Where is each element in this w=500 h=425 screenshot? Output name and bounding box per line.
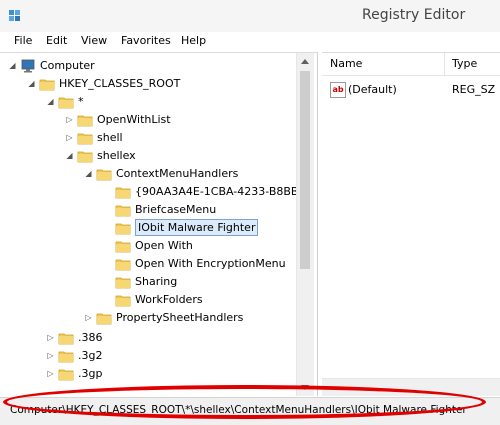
folder-icon [115, 257, 131, 271]
list-horizontal-scrollbar[interactable] [322, 378, 500, 396]
folder-icon [77, 113, 93, 127]
tree-node-label: IObit Malware Fighter [135, 219, 259, 236]
folder-icon [115, 239, 131, 253]
folder-icon [77, 131, 93, 145]
tree-node[interactable]: ▷ .3gp [0, 365, 296, 383]
tree-node[interactable]: ◢ * [0, 93, 296, 111]
tree-node[interactable]: ▷ shell [0, 129, 296, 147]
title-bar: Registry Editor [0, 0, 500, 32]
scroll-down-icon[interactable] [301, 385, 309, 390]
menu-file[interactable]: File [14, 34, 32, 47]
tree-node[interactable]: Open With [0, 237, 296, 255]
menu-help[interactable]: Help [181, 34, 206, 47]
collapse-arrow-icon[interactable]: ◢ [8, 61, 17, 70]
folder-icon [58, 349, 74, 363]
tree-node-label: Open With [135, 239, 193, 252]
collapse-arrow-icon[interactable]: ◢ [84, 169, 93, 178]
tree-node[interactable]: Open With EncryptionMenu [0, 255, 296, 273]
column-header-name-label: Name [330, 57, 363, 70]
tree-node-label: Open With EncryptionMenu [135, 257, 286, 270]
registry-editor-icon [8, 8, 22, 22]
tree-node[interactable]: ◢ ContextMenuHandlers [0, 165, 296, 183]
window-title: Registry Editor [362, 7, 466, 23]
tree-node-label: .3gp [78, 367, 103, 380]
folder-icon [77, 149, 93, 163]
expand-arrow-icon[interactable]: ▷ [84, 313, 93, 322]
expand-arrow-icon[interactable]: ▷ [65, 133, 74, 142]
value-list[interactable]: Name Type ab (Default) REG_SZ [322, 52, 500, 396]
tree-node[interactable]: ▷ .3g2 [0, 347, 296, 365]
tree-node-label: PropertySheetHandlers [116, 311, 244, 324]
tree-node[interactable]: ◢ HKEY_CLASSES_ROOT [0, 75, 296, 93]
folder-icon [96, 311, 112, 325]
folder-icon [58, 331, 74, 345]
menu-favorites[interactable]: Favorites [121, 34, 171, 47]
scroll-up-icon[interactable] [301, 59, 309, 64]
folder-icon [39, 77, 55, 91]
tree-node-label: .3g2 [78, 349, 103, 362]
status-path: Computer\HKEY_CLASSES_ROOT\*\shellex\Con… [10, 404, 467, 416]
tree-node[interactable]: ◢ shellex [0, 147, 296, 165]
value-name: (Default) [348, 83, 397, 96]
expand-arrow-icon[interactable]: ▷ [46, 333, 55, 342]
expand-arrow-icon[interactable]: ▷ [46, 351, 55, 360]
status-bar: Computer\HKEY_CLASSES_ROOT\*\shellex\Con… [0, 397, 500, 425]
menu-edit[interactable]: Edit [46, 34, 67, 47]
tree-node[interactable]: IObit Malware Fighter [0, 219, 296, 237]
tree-node[interactable]: Sharing [0, 273, 296, 291]
collapse-arrow-icon[interactable]: ◢ [46, 97, 55, 106]
tree-node[interactable]: BriefcaseMenu [0, 201, 296, 219]
tree-node-label: .386 [78, 331, 103, 344]
key-tree[interactable]: ◢ Computer ◢ HKEY_CLASSES_ROOT ◢ * ▷ OpenWithLi… [0, 52, 318, 396]
tree-vertical-scrollbar[interactable] [296, 53, 314, 396]
tree-node-label: BriefcaseMenu [135, 203, 217, 216]
tree-node-label: WorkFolders [135, 293, 203, 306]
tree-node-label: ContextMenuHandlers [116, 167, 239, 180]
value-type: REG_SZ [452, 83, 496, 96]
tree-node[interactable]: {90AA3A4E-1CBA-4233-B8BB- [0, 183, 302, 201]
column-header-name[interactable]: Name [322, 53, 445, 76]
folder-icon [58, 367, 74, 381]
tree-node-label: HKEY_CLASSES_ROOT [59, 77, 181, 90]
tree-node-label: {90AA3A4E-1CBA-4233-B8BB- [135, 185, 303, 198]
tree-node[interactable]: ▷ OpenWithList [0, 111, 296, 129]
folder-icon [58, 95, 74, 109]
tree-node[interactable]: ▷ PropertySheetHandlers [0, 309, 296, 327]
tree-node[interactable]: ◢ Computer [0, 57, 296, 75]
folder-icon [96, 167, 112, 181]
folder-icon [115, 203, 131, 217]
scroll-thumb[interactable] [300, 71, 310, 269]
menu-view[interactable]: View [81, 34, 107, 47]
tree-node-label: OpenWithList [97, 113, 171, 126]
collapse-arrow-icon[interactable]: ◢ [65, 151, 74, 160]
tree-node-label: shell [97, 131, 123, 144]
tree-node-label: * [78, 95, 84, 108]
expand-arrow-icon[interactable]: ▷ [46, 369, 55, 378]
folder-icon [115, 293, 131, 307]
folder-icon [115, 221, 131, 235]
menu-bar: File Edit View Favorites Help [0, 32, 500, 51]
collapse-arrow-icon[interactable]: ◢ [27, 79, 36, 88]
folder-icon [115, 275, 131, 289]
tree-node-label: shellex [97, 149, 136, 162]
expand-arrow-icon[interactable]: ▷ [65, 115, 74, 124]
tree-node[interactable]: ▷ .386 [0, 329, 296, 347]
value-row[interactable]: ab (Default) REG_SZ [322, 81, 500, 99]
tree-node-label: Sharing [135, 275, 178, 288]
computer-icon [20, 59, 36, 73]
column-header-type-label: Type [452, 57, 478, 70]
tree-node-label: Computer [40, 59, 95, 72]
tree-node[interactable]: WorkFolders [0, 291, 296, 309]
column-header-type[interactable]: Type [444, 53, 500, 76]
folder-icon [115, 185, 131, 199]
string-value-icon: ab [330, 82, 346, 98]
